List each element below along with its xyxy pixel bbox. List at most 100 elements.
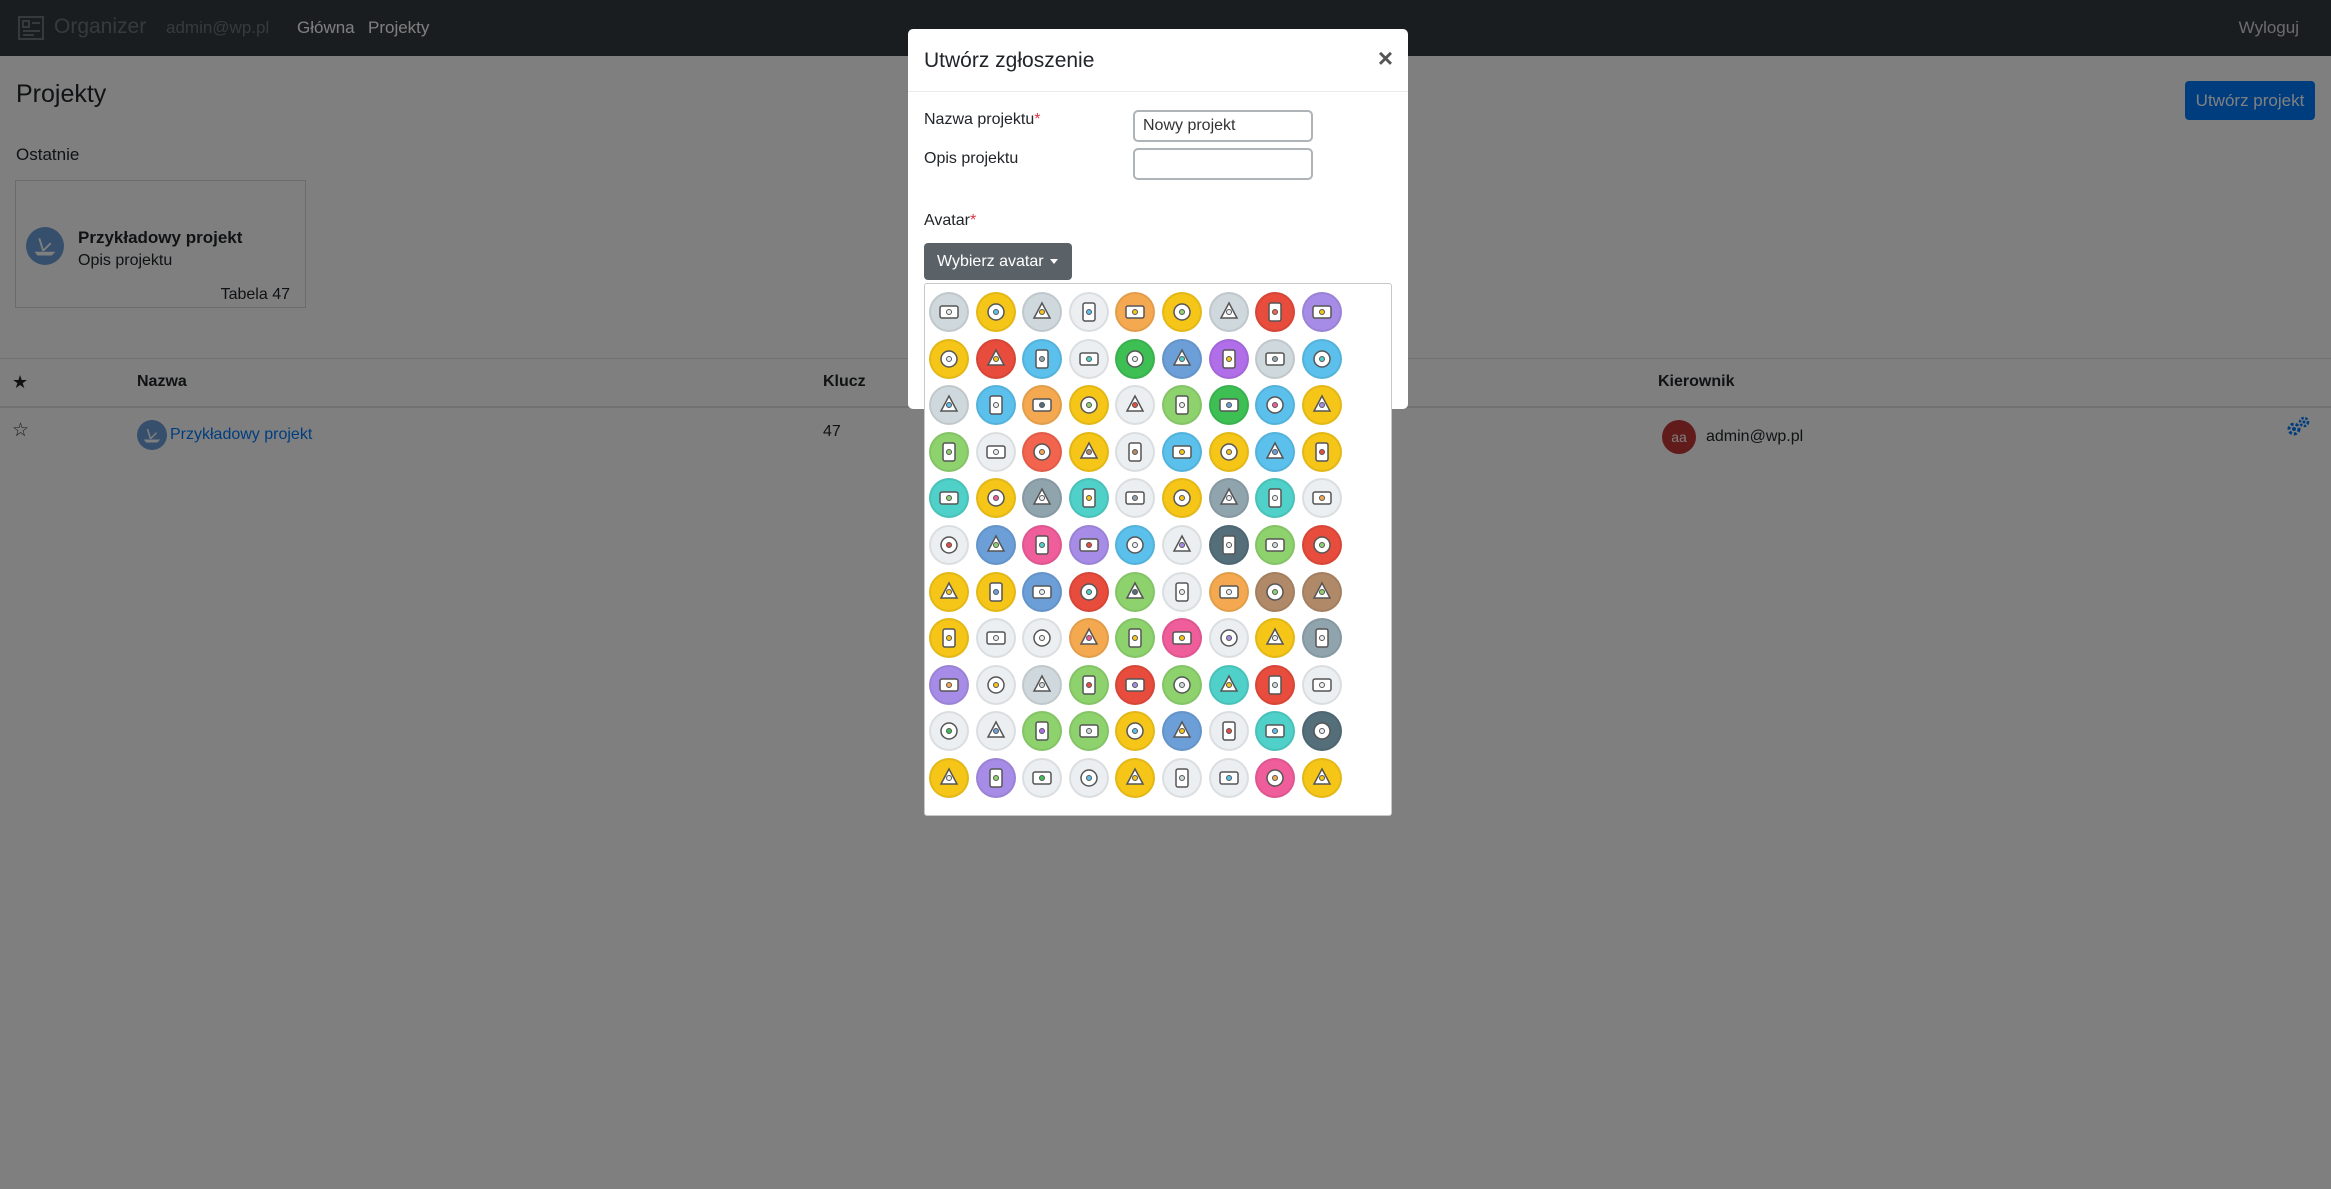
avatar-option-line-chart-icon[interactable] [1115,571,1156,612]
avatar-option-donut-icon[interactable] [975,618,1016,659]
avatar-option-briefcase-icon[interactable] [1068,711,1109,752]
avatar-option-home-icon[interactable] [1162,711,1202,752]
avatar-option-lemon-icon[interactable] [1162,292,1202,332]
avatar-option-spiral-icon[interactable] [1301,664,1342,705]
avatar-option-id-card-icon[interactable] [929,525,969,565]
avatar-option-shopping-bag-icon[interactable] [1022,711,1063,752]
avatar-option-virus-icon[interactable] [1162,758,1202,798]
avatar-option-map-icon[interactable] [1162,478,1202,519]
project-description-input[interactable] [1133,148,1313,180]
avatar-option-vinyl-disc-icon[interactable] [929,385,969,426]
avatar-option-chip-icon[interactable] [1208,478,1249,519]
avatar-option-moon-icon[interactable] [1301,711,1342,752]
avatar-option-astronaut-icon[interactable] [1068,525,1109,565]
avatar-option-snowflake-icon[interactable] [1208,525,1249,565]
avatar-option-user-female-icon[interactable] [1022,525,1063,565]
avatar-option-smiley-face-icon[interactable] [1162,385,1202,426]
avatar-option-phone-call-icon[interactable] [1068,664,1109,705]
avatar-option-ruler-icon[interactable] [929,478,969,519]
avatar-option-ship-wheel-icon[interactable] [1068,478,1109,519]
avatar-option-cracker-icon[interactable] [1068,618,1109,659]
avatar-option-download-icon[interactable] [1255,338,1296,379]
avatar-option-pen-nib-icon[interactable] [1301,292,1342,332]
choose-avatar-button[interactable]: Wybierz avatar [924,243,1072,280]
avatar-option-cloud-icon[interactable] [1301,431,1342,472]
avatar-option-gas-pump-icon[interactable] [1115,758,1156,798]
avatar-option-spray-bottle-icon[interactable] [929,338,969,379]
avatar-option-bezier-curve-icon[interactable] [975,711,1016,752]
avatar-option-contrast-icon[interactable] [1208,431,1249,472]
avatar-option-bulldozer-icon[interactable] [1115,292,1156,332]
avatar-option-hammer-icon[interactable] [1022,338,1063,379]
avatar-option-joystick-icon[interactable] [1115,478,1156,519]
avatar-option-diamond-icon[interactable] [1162,525,1202,565]
avatar-option-pills-icon[interactable] [1255,571,1296,612]
modal-close-button[interactable]: × [1378,43,1393,74]
avatar-option-grapes-icon[interactable] [1208,338,1249,379]
avatar-option-pill-icon[interactable] [1301,758,1342,798]
avatar-option-telephone-icon[interactable] [1301,618,1342,659]
avatar-option-phone-tablet-icon[interactable] [1255,618,1296,659]
avatar-option-light-bulb-icon[interactable] [1022,385,1063,426]
avatar-option-pointing-hand-icon[interactable] [1115,525,1156,565]
avatar-option-guitar-icon[interactable] [1162,664,1202,705]
avatar-option-plate-icon[interactable] [1162,571,1202,612]
avatar-option-keyboard-icon[interactable] [1208,664,1249,705]
avatar-option-radio-icon[interactable] [1115,664,1156,705]
avatar-option-bomb-icon[interactable] [975,478,1016,519]
avatar-option-door-icon[interactable] [1301,338,1342,379]
avatar-option-paint-brush-icon[interactable] [975,338,1016,379]
avatar-option-documents-icon[interactable] [1068,431,1109,472]
avatar-option-server-icon[interactable] [1022,664,1063,705]
avatar-option-bottle-icon[interactable] [1208,618,1249,659]
avatar-option-atom-icon[interactable] [975,385,1016,426]
avatar-option-windmill-icon[interactable] [929,758,969,798]
avatar-option-record-icon[interactable] [929,664,969,705]
avatar-option-shield-icon[interactable] [1301,385,1342,426]
avatar-option-safe-icon[interactable] [1301,478,1342,519]
avatar-option-printer-icon[interactable] [1115,431,1156,472]
avatar-option-signal-bars-icon[interactable] [975,664,1016,705]
avatar-option-airplane-icon[interactable] [975,292,1016,332]
avatar-option-boat-docked-icon[interactable] [1162,338,1202,379]
avatar-option-baby-mobile-icon[interactable] [1115,385,1156,426]
avatar-option-heart-icon[interactable] [1208,758,1249,798]
avatar-option-tree-icon[interactable] [975,431,1016,472]
avatar-option-meat-leg-icon[interactable] [1301,571,1342,612]
avatar-option-wine-glass-icon[interactable] [1162,618,1202,659]
avatar-option-keyhole-icon[interactable] [929,431,969,472]
avatar-option-building-icon[interactable] [975,758,1016,798]
avatar-option-coffee-cup-icon[interactable] [1115,618,1156,659]
avatar-option-credit-card-icon[interactable] [929,571,969,612]
avatar-option-wallet-icon[interactable] [975,571,1016,612]
avatar-option-skyscraper-icon[interactable] [1022,758,1063,798]
avatar-option-ping-pong-icon[interactable] [1115,338,1156,379]
avatar-option-ship-icon[interactable] [1022,292,1063,332]
avatar-option-camera-tripod-icon[interactable] [1255,664,1296,705]
avatar-option-car-icon[interactable] [1068,292,1109,332]
avatar-option-cookie-icon[interactable] [1208,571,1249,612]
avatar-option-presentation-icon[interactable] [1115,711,1156,752]
avatar-option-flower-icon[interactable] [1255,525,1296,565]
avatar-option-medal-icon[interactable] [1022,478,1063,519]
avatar-option-speedometer-icon[interactable] [1068,385,1109,426]
avatar-option-rocket-icon[interactable] [1022,618,1063,659]
avatar-option-truck-icon[interactable] [929,292,969,332]
avatar-option-money-icon[interactable] [1068,571,1109,612]
avatar-option-carrot-icon[interactable] [1208,292,1249,332]
project-name-input[interactable] [1133,110,1313,142]
avatar-option-umbrella-icon[interactable] [1255,385,1296,426]
avatar-option-stopwatch-icon[interactable] [1255,711,1296,752]
avatar-option-share-icon[interactable] [1208,711,1249,752]
avatar-option-croissant-icon[interactable] [929,618,969,659]
avatar-option-exit-sign-icon[interactable] [1255,478,1296,519]
avatar-option-scales-icon[interactable] [1022,571,1063,612]
avatar-option-window-cursor-icon[interactable] [1068,338,1109,379]
avatar-option-vector-shape-icon[interactable] [929,711,969,752]
avatar-option-user-icon[interactable] [975,525,1016,565]
avatar-option-pear-icon[interactable] [1255,292,1296,332]
avatar-option-gauge-icon[interactable] [1255,431,1296,472]
avatar-option-basket-icon[interactable] [1301,525,1342,565]
avatar-option-factory-icon[interactable] [1068,758,1109,798]
avatar-option-tooth-icon[interactable] [1255,758,1296,798]
